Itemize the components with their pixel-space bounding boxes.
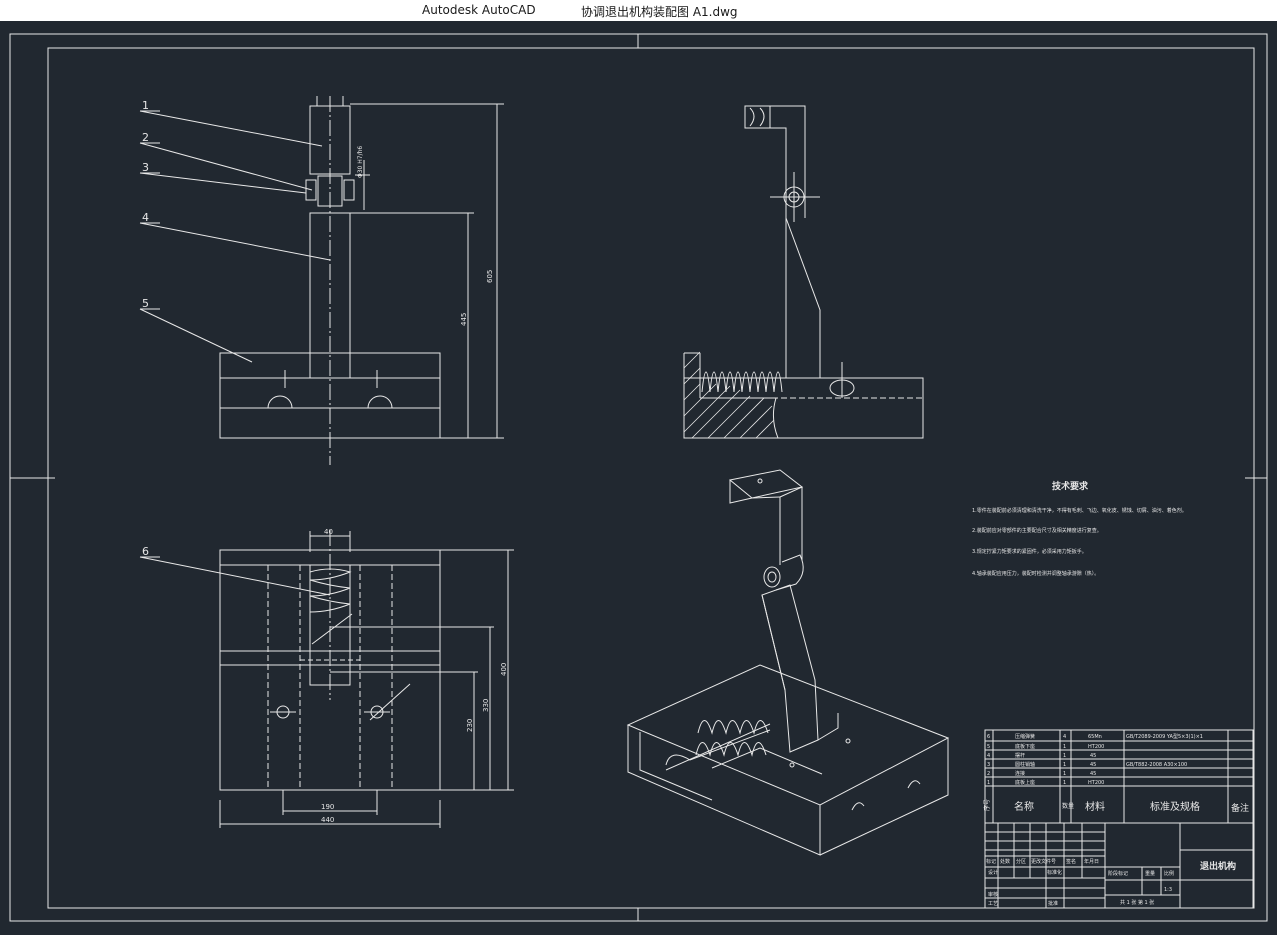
tech-req-item: 3.规定拧紧力矩要求的紧固件，必须采用力矩扳手。 [972,548,1087,555]
svg-text:1: 1 [1063,762,1066,768]
svg-text:GB/T2089-2009 YA型5×3(1)×1: GB/T2089-2009 YA型5×3(1)×1 [1126,733,1203,740]
svg-text:圆柱销轴: 圆柱销轴 [1015,761,1035,768]
svg-text:设计: 设计 [988,869,998,876]
technical-requirements: 技术要求 1.零件在装配前必须清理和清洗干净，不得有毛刺、飞边、氧化皮、锈蚀、切… [972,480,1187,577]
svg-text:1: 1 [987,780,990,786]
svg-text:5: 5 [987,744,990,750]
svg-text:标准及规格: 标准及规格 [1150,800,1200,813]
balloon-3: 3 [142,161,149,174]
svg-text:批准: 批准 [1048,900,1058,907]
balloon-labels: 1 2 3 4 5 6 [142,99,149,558]
svg-text:1: 1 [1063,744,1066,750]
svg-text:Φ30 H7/h6: Φ30 H7/h6 [357,146,364,178]
svg-text:4: 4 [1063,734,1066,740]
svg-text:连接: 连接 [1015,770,1025,777]
side-view[interactable] [683,105,924,439]
svg-text:3: 3 [987,762,990,768]
svg-text:审核: 审核 [988,891,998,898]
svg-text:标准化: 标准化 [1047,869,1062,876]
bom-text: 6 压缩弹簧 4 65Mn GB/T2089-2009 YA型5×3(1)×1 5 底板下… [983,733,1249,814]
svg-text:摆杆: 摆杆 [1015,752,1025,759]
svg-text:1: 1 [1063,771,1066,777]
svg-text:6: 6 [987,734,990,740]
svg-text:标记: 标记 [986,858,996,865]
svg-text:1: 1 [1063,753,1066,759]
isometric-view[interactable] [626,469,950,856]
svg-text:4: 4 [987,753,990,759]
svg-text:比例: 比例 [1164,870,1174,877]
svg-text:605: 605 [486,270,494,283]
svg-text:2: 2 [987,771,990,777]
balloon-5: 5 [142,297,149,310]
svg-text:1: 1 [1063,780,1066,786]
balloon-1: 1 [142,99,149,112]
svg-text:1:3: 1:3 [1164,887,1172,893]
svg-text:工艺: 工艺 [988,901,998,907]
svg-text:序号: 序号 [983,799,991,811]
svg-text:GB/T882-2008 A30×100: GB/T882-2008 A30×100 [1126,762,1187,768]
svg-text:共 1 张 第 1 张: 共 1 张 第 1 张 [1120,899,1154,906]
svg-text:230: 230 [466,719,474,732]
title-block-text: 标记 处数 分区 更改文件号 签名 年月日 设计 标准化 阶段标记 重量 比例 … [986,858,1236,907]
balloon-4: 4 [142,211,149,224]
svg-text:45: 45 [1090,762,1096,768]
balloon-6: 6 [142,545,149,558]
svg-text:签名: 签名 [1066,858,1076,865]
svg-text:数量: 数量 [1062,802,1074,810]
svg-text:190: 190 [321,803,334,811]
svg-text:330: 330 [482,699,490,712]
drawing-canvas[interactable]: 605 445 Φ30 H7/h6 1 2 3 4 5 6 40 400 330… [0,21,1277,931]
svg-text:压缩弹簧: 压缩弹簧 [1015,733,1035,740]
svg-text:445: 445 [460,313,468,326]
svg-text:40: 40 [324,528,333,536]
svg-text:400: 400 [500,663,508,676]
svg-text:45: 45 [1090,753,1096,759]
svg-text:材料: 材料 [1085,800,1105,813]
drawing-name: 退出机构 [1200,860,1236,872]
svg-text:440: 440 [321,816,334,824]
svg-text:HT200: HT200 [1088,780,1104,786]
tech-req-item: 1.零件在装配前必须清理和清洗干净，不得有毛刺、飞边、氧化皮、锈蚀、切屑、油污、… [972,507,1187,514]
drawing-frame [9,33,1268,922]
tech-req-title: 技术要求 [1052,480,1089,492]
document-name: 协调退出机构装配图 A1.dwg [581,5,738,19]
svg-text:底板下座: 底板下座 [1015,743,1035,750]
svg-text:处数: 处数 [1000,858,1010,865]
svg-text:备注: 备注 [1231,802,1249,814]
svg-text:分区: 分区 [1016,858,1026,865]
svg-text:重量: 重量 [1145,870,1155,877]
top-view[interactable] [219,530,514,828]
svg-text:名称: 名称 [1014,800,1034,813]
tech-req-item: 2.装配前应对零部件的主要配合尺寸及相关精度进行复查。 [972,527,1102,534]
svg-text:HT200: HT200 [1088,744,1104,750]
svg-text:阶段标记: 阶段标记 [1108,870,1128,877]
tech-req-item: 4.轴承装配应用压力，装配时检测并调整轴承游隙（热）。 [972,570,1099,577]
window-titlebar: Autodesk AutoCAD 协调退出机构装配图 A1.dwg [0,0,1277,21]
svg-text:底板上座: 底板上座 [1015,779,1035,786]
svg-text:更改文件号: 更改文件号 [1031,858,1056,865]
balloon-2: 2 [142,131,149,144]
app-name: Autodesk AutoCAD [422,3,536,17]
front-view-dimension-labels: 605 445 Φ30 H7/h6 [357,146,494,326]
svg-text:65Mn: 65Mn [1088,734,1102,740]
svg-text:45: 45 [1090,771,1096,777]
svg-text:年月日: 年月日 [1084,858,1099,865]
